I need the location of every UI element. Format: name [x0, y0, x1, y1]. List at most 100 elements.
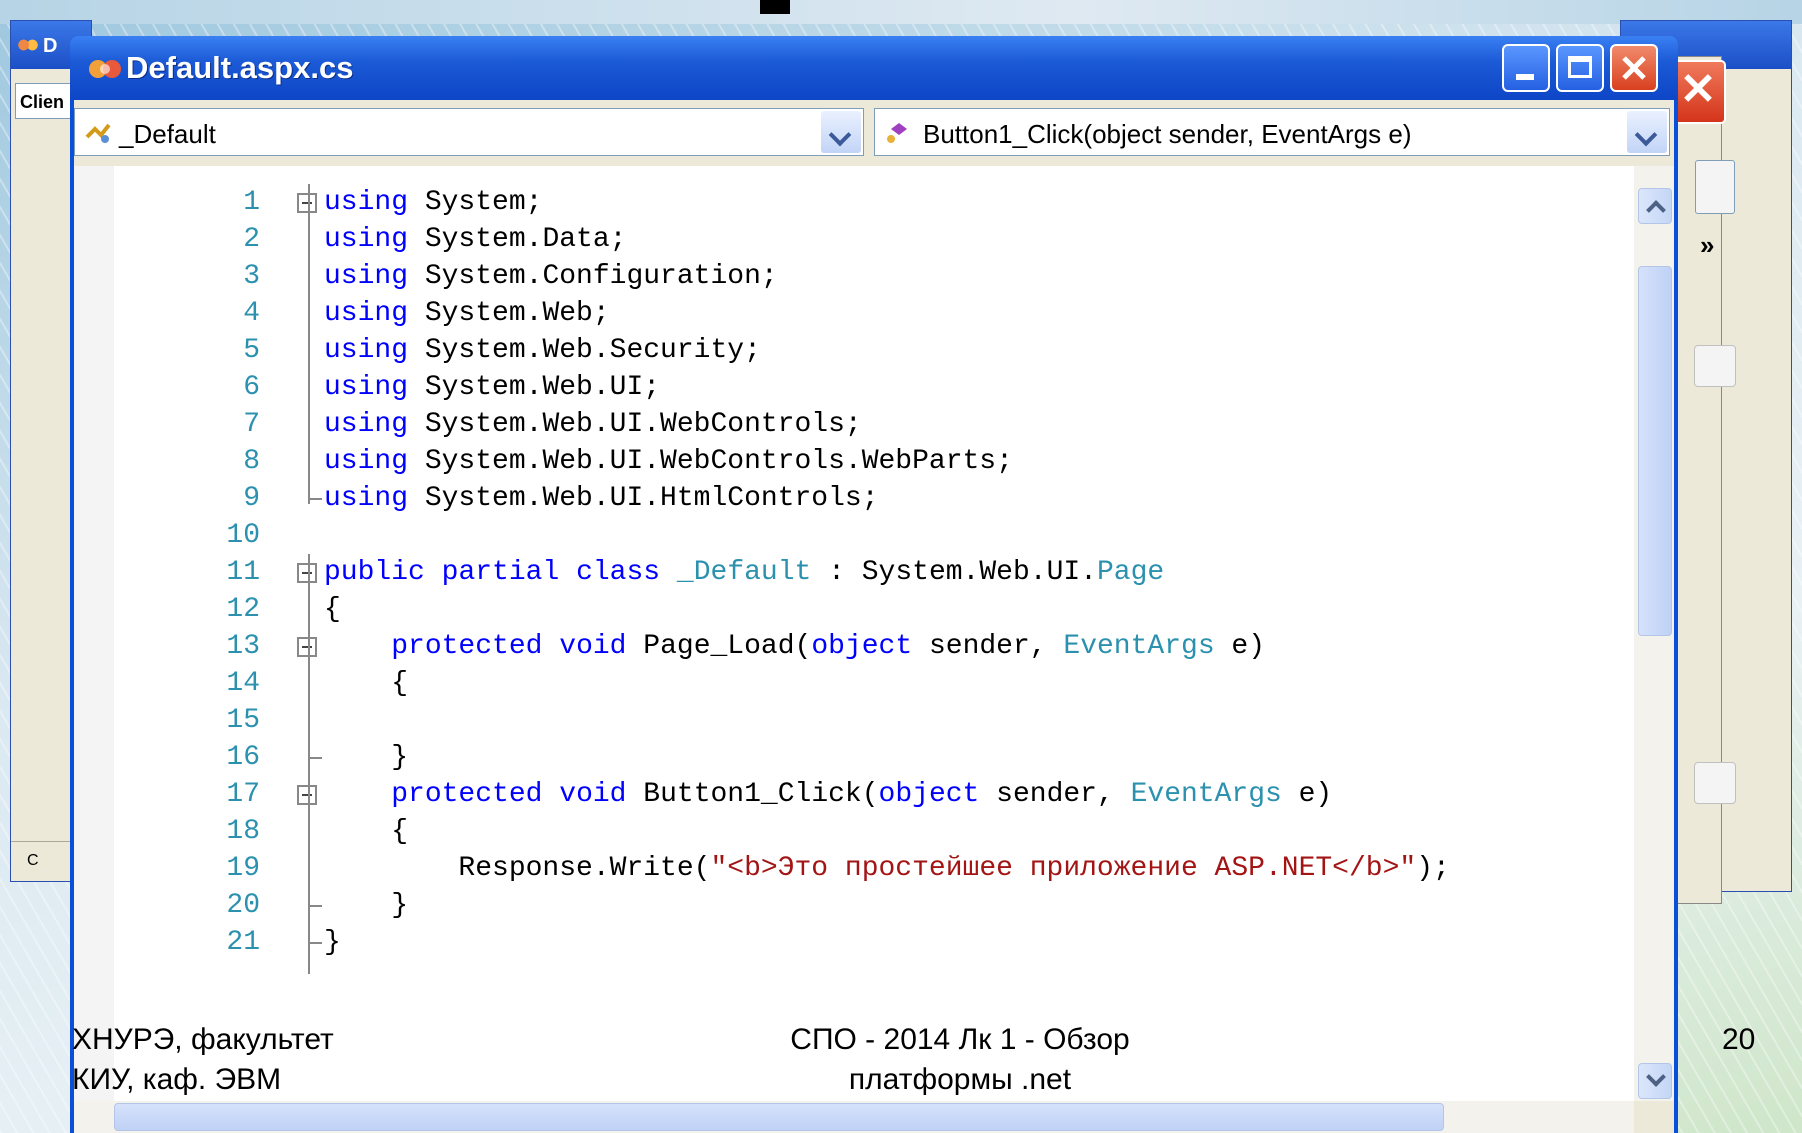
- code-line[interactable]: 11 public partial class _Default : System…: [74, 554, 1574, 591]
- collapse-icon[interactable]: [297, 637, 317, 657]
- class-dropdown[interactable]: _Default: [74, 108, 864, 156]
- code-editor-window[interactable]: Default.aspx.cs _Default Button1_Click(o…: [70, 36, 1678, 1133]
- window-title: Default.aspx.cs: [126, 50, 354, 85]
- outline-end-marker: [308, 757, 322, 759]
- code-line[interactable]: 16 }: [74, 739, 1574, 776]
- code-line[interactable]: 6 using System.Web.UI;: [74, 369, 1574, 406]
- line-number: 2: [243, 224, 260, 255]
- slide-top-band: [0, 0, 1802, 24]
- footer-left-line2: КИУ, каф. ЭВМ: [72, 1063, 282, 1096]
- code-line[interactable]: 1 using System;: [74, 184, 1574, 221]
- code-text: }: [324, 927, 341, 958]
- code-text: protected void Button1_Click(object send…: [391, 779, 1333, 810]
- code-text: using System.Web.UI;: [324, 372, 661, 403]
- line-number: 20: [226, 890, 260, 921]
- line-number: 3: [243, 261, 260, 292]
- code-line[interactable]: 20 }: [74, 887, 1574, 924]
- chevron-down-icon[interactable]: [821, 111, 861, 153]
- code-line[interactable]: 5 using System.Web.Security;: [74, 332, 1574, 369]
- line-number: 8: [243, 446, 260, 477]
- code-line[interactable]: 15: [74, 702, 1574, 739]
- scroll-up-button[interactable]: [1638, 188, 1672, 224]
- code-text: }: [324, 742, 409, 773]
- window-client-area: _Default Button1_Click(object sender, Ev…: [74, 100, 1674, 1133]
- cs-file-icon: [89, 60, 121, 78]
- code-line[interactable]: 14 {: [74, 665, 1574, 702]
- code-line[interactable]: 3 using System.Configuration;: [74, 258, 1574, 295]
- horizontal-scrollbar[interactable]: [74, 1101, 1634, 1133]
- minimize-button[interactable]: [1502, 44, 1550, 92]
- line-number: 4: [243, 298, 260, 329]
- background-close-button[interactable]: ✕: [1670, 60, 1726, 124]
- code-text: using System.Web.UI.WebControls.WebParts…: [324, 446, 1013, 477]
- line-number: 7: [243, 409, 260, 440]
- code-line[interactable]: 21}: [74, 924, 1574, 961]
- code-text: public partial class _Default : System.W…: [324, 557, 1165, 588]
- line-number: 15: [226, 705, 260, 736]
- background-dropdown[interactable]: [1695, 160, 1735, 214]
- code-line[interactable]: 19 Response.Write("<b>Это простейшее при…: [74, 850, 1574, 887]
- code-line[interactable]: 8 using System.Web.UI.WebControls.WebPart…: [74, 443, 1574, 480]
- footer-left: ХНУРЭ, факультет КИУ, каф. ЭВМ: [72, 1020, 334, 1100]
- collapse-icon[interactable]: [297, 193, 317, 213]
- vertical-scrollbar[interactable]: [1634, 166, 1674, 1101]
- code-text: {: [324, 816, 409, 847]
- code-text: using System.Data;: [324, 224, 627, 255]
- class-dropdown-value: _Default: [119, 119, 216, 149]
- collapse-icon[interactable]: [297, 563, 317, 583]
- line-number: 6: [243, 372, 260, 403]
- code-text: using System.Web;: [324, 298, 610, 329]
- code-editor[interactable]: 1 using System; 2 using System.Data; 3 using …: [74, 166, 1634, 1133]
- code-line[interactable]: 13 protected void Page_Load(object sende…: [74, 628, 1574, 665]
- maximize-button[interactable]: [1556, 44, 1604, 92]
- code-line[interactable]: 17 protected void Button1_Click(object s…: [74, 776, 1574, 813]
- member-dropdown-value: Button1_Click(object sender, EventArgs e…: [923, 119, 1412, 149]
- line-number: 9: [243, 483, 260, 514]
- horizontal-scroll-thumb[interactable]: [114, 1103, 1444, 1131]
- scroll-down-button[interactable]: [1638, 1063, 1672, 1099]
- code-text: using System.Web.UI.HtmlControls;: [324, 483, 879, 514]
- code-line[interactable]: 4 using System.Web;: [74, 295, 1574, 332]
- background-window-title: D: [43, 35, 58, 57]
- background-scroll-down[interactable]: [1694, 762, 1736, 804]
- outline-guide: [308, 554, 310, 974]
- page-number: 20: [1722, 1023, 1756, 1056]
- code-text: {: [324, 668, 409, 699]
- status-fragment: C: [27, 852, 39, 869]
- collapse-icon[interactable]: [297, 785, 317, 805]
- code-text: using System;: [324, 187, 543, 218]
- line-number: 16: [226, 742, 260, 773]
- footer-center-line2: платформы .net: [848, 1063, 1072, 1096]
- member-dropdown[interactable]: Button1_Click(object sender, EventArgs e…: [874, 108, 1670, 156]
- footer-center: СПО - 2014 Лк 1 - Обзор платформы .net: [700, 1020, 1220, 1100]
- chevron-right-icon[interactable]: »: [1700, 230, 1714, 261]
- code-line[interactable]: 10: [74, 517, 1574, 554]
- window-titlebar[interactable]: Default.aspx.cs: [70, 36, 1678, 100]
- line-number: 13: [226, 631, 260, 662]
- close-button[interactable]: [1610, 44, 1658, 92]
- background-scroll-up[interactable]: [1694, 345, 1736, 387]
- code-text: using System.Web.Security;: [324, 335, 761, 366]
- code-text: }: [324, 890, 409, 921]
- class-icon: [85, 123, 111, 143]
- code-text: using System.Configuration;: [324, 261, 778, 292]
- line-number: 21: [226, 927, 260, 958]
- chevron-down-icon[interactable]: [1627, 111, 1667, 153]
- code-line[interactable]: 18 {: [74, 813, 1574, 850]
- code-line[interactable]: 12 {: [74, 591, 1574, 628]
- method-icon: [887, 123, 907, 143]
- line-number: 5: [243, 335, 260, 366]
- line-number: 1: [243, 187, 260, 218]
- vertical-scroll-thumb[interactable]: [1638, 266, 1672, 636]
- line-number: 10: [226, 520, 260, 551]
- navigation-bar: _Default Button1_Click(object sender, Ev…: [74, 100, 1674, 166]
- line-number: 17: [226, 779, 260, 810]
- code-text: protected void Page_Load(object sender, …: [391, 631, 1266, 662]
- code-line[interactable]: 9 using System.Web.UI.HtmlControls;: [74, 480, 1574, 517]
- footer-center-line1: СПО - 2014 Лк 1 - Обзор: [790, 1023, 1130, 1056]
- code-line[interactable]: 2 using System.Data;: [74, 221, 1574, 258]
- outline-end-marker: [308, 498, 322, 500]
- minimize-icon: [1516, 74, 1534, 80]
- slide-decoration: [760, 0, 790, 14]
- code-line[interactable]: 7 using System.Web.UI.WebControls;: [74, 406, 1574, 443]
